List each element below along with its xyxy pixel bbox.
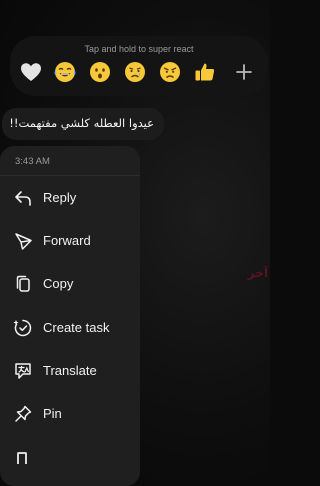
message-context-menu: 3:43 AM Reply Forward Copy Create task T… <box>0 146 140 486</box>
create-task-icon <box>13 318 33 338</box>
reply-label: Reply <box>43 190 77 205</box>
crying-face-icon[interactable] <box>123 60 147 84</box>
copy-menu-item[interactable]: Copy <box>0 264 140 304</box>
super-react-hint: Tap and hold to super react <box>84 44 194 54</box>
thumbs-up-icon[interactable] <box>193 60 217 84</box>
background-message-text: آخر <box>247 266 268 280</box>
translate-label: Translate <box>43 363 97 378</box>
translate-icon <box>13 361 33 381</box>
forward-label: Forward <box>43 233 91 248</box>
message-text: عيدوا العطله كلشي مفتهمت!! <box>9 116 154 130</box>
pin-label: Pin <box>43 406 62 421</box>
message-timestamp: 3:43 AM <box>15 156 50 167</box>
tears-of-joy-icon[interactable] <box>53 60 77 84</box>
create-task-menu-item[interactable]: Create task <box>0 308 140 348</box>
astonished-face-icon[interactable] <box>88 60 112 84</box>
copy-label: Copy <box>43 276 74 291</box>
copy-icon <box>13 274 33 294</box>
plus-icon[interactable] <box>232 60 256 84</box>
white-heart-icon[interactable] <box>19 60 43 84</box>
create-task-label: Create task <box>43 320 110 335</box>
menu-divider <box>0 175 140 176</box>
reaction-bar: Tap and hold to super react <box>10 36 268 96</box>
angry-face-icon[interactable] <box>158 60 182 84</box>
forward-icon <box>13 231 33 251</box>
pin-icon <box>13 404 33 424</box>
more-menu-item-partial[interactable] <box>17 452 27 464</box>
translate-menu-item[interactable]: Translate <box>0 351 140 391</box>
message-bubble[interactable]: عيدوا العطله كلشي مفتهمت!! <box>2 108 164 140</box>
reaction-row <box>10 60 268 86</box>
reply-menu-item[interactable]: Reply <box>0 178 140 218</box>
reply-icon <box>13 188 33 208</box>
forward-menu-item[interactable]: Forward <box>0 221 140 261</box>
pin-menu-item[interactable]: Pin <box>0 394 140 434</box>
